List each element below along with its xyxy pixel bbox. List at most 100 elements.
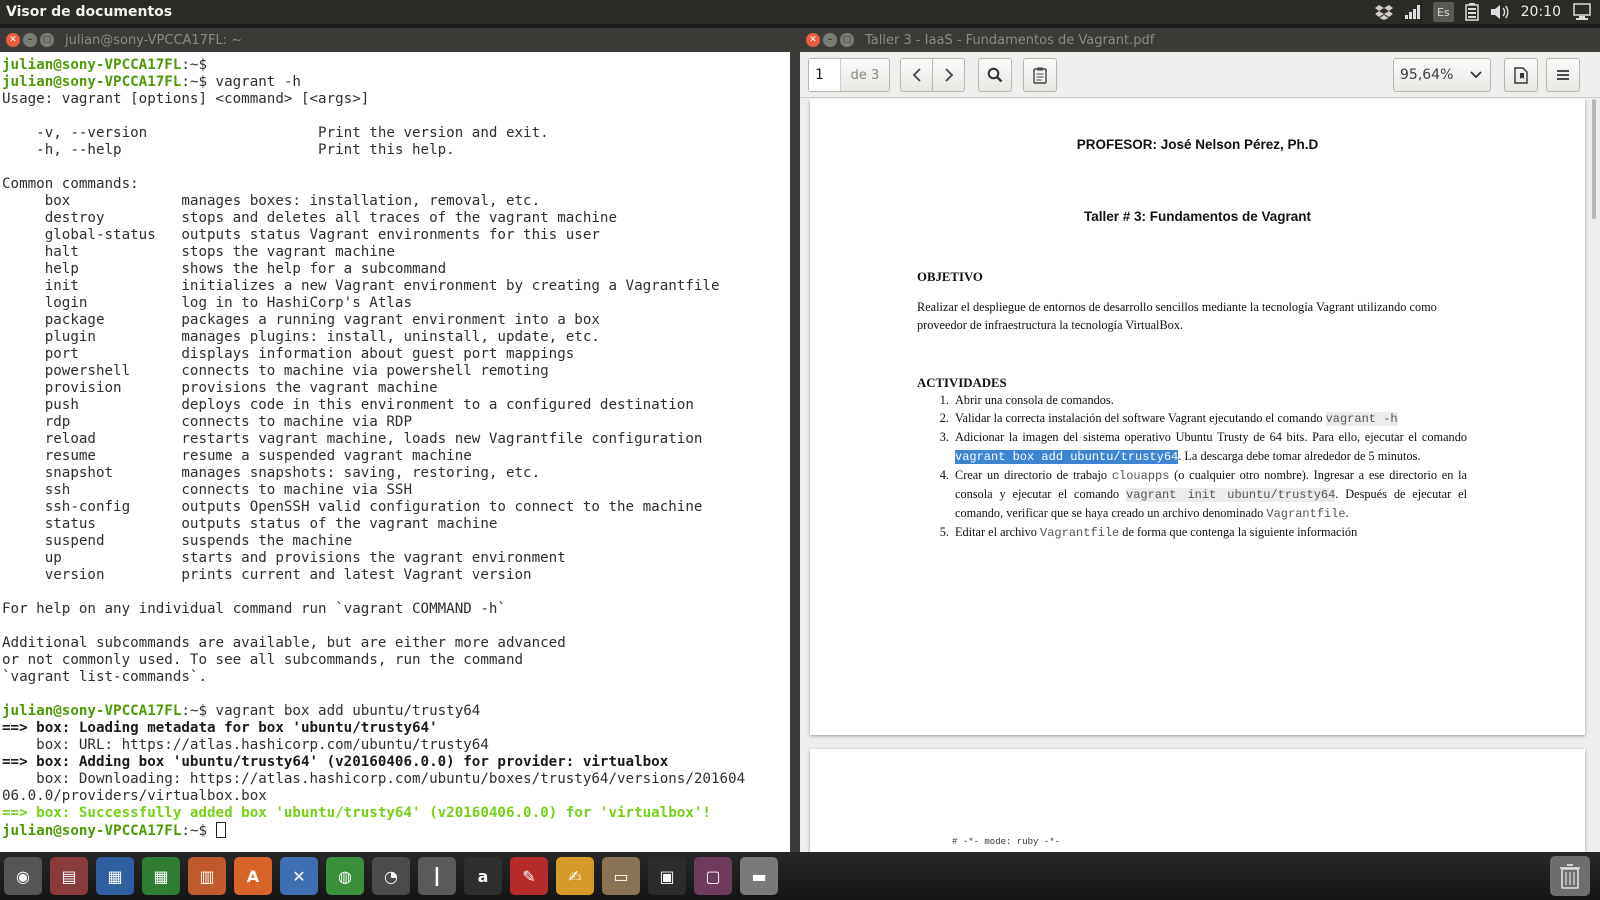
search-button[interactable] xyxy=(978,58,1012,92)
next-page-button[interactable] xyxy=(932,58,965,92)
pdf-viewer-icon[interactable]: ✎ xyxy=(510,857,548,895)
system-settings-icon[interactable]: ✕ xyxy=(280,857,318,895)
terminal-text: destroy stops and deletes all traces of … xyxy=(2,210,617,226)
terminal-line: julian@sony-VPCCA17FL:~$ vagrant box add… xyxy=(2,703,790,720)
software-center-icon[interactable]: A xyxy=(234,857,272,895)
maximize-icon[interactable]: □ xyxy=(40,33,54,47)
terminal-title: julian@sony-VPCCA17FL: ~ xyxy=(65,32,243,48)
activity-text-segment: Adicionar la imagen del sistema operativ… xyxy=(955,430,1467,445)
page-number-input[interactable] xyxy=(809,59,841,91)
terminal-lines: julian@sony-VPCCA17FL:~$ julian@sony-VPC… xyxy=(0,52,790,839)
dash-home-icon[interactable]: ◉ xyxy=(4,857,42,895)
chrome-icon[interactable]: ◍ xyxy=(326,857,364,895)
terminal-icon[interactable]: ▣ xyxy=(648,857,686,895)
menu-button[interactable] xyxy=(1546,58,1580,92)
calc-icon[interactable]: ▦ xyxy=(142,857,180,895)
pdf-page-1: PROFESOR: José Nelson Pérez, Ph.D Taller… xyxy=(810,99,1585,735)
terminal-line: login log in to HashiCorp's Atlas xyxy=(2,295,790,312)
pdf-document-area[interactable]: PROFESOR: José Nelson Pérez, Ph.D Taller… xyxy=(800,99,1600,852)
network-signal-icon[interactable] xyxy=(1404,2,1422,22)
activity-number: 3. xyxy=(939,430,949,445)
terminal-line: julian@sony-VPCCA17FL:~$ xyxy=(2,822,790,839)
terminal-output[interactable]: julian@sony-VPCCA17FL:~$ julian@sony-VPC… xyxy=(0,52,790,852)
system-monitor-icon[interactable]: ◔ xyxy=(372,857,410,895)
pdf-titlebar[interactable]: ✕ – □ Taller 3 - IaaS - Fundamentos de V… xyxy=(800,28,1600,52)
terminal-line: 06.0.0/providers/virtualbox.box xyxy=(2,788,790,805)
volume-icon[interactable] xyxy=(1490,2,1510,22)
professor-line: PROFESOR: José Nelson Pérez, Ph.D xyxy=(1076,137,1319,152)
terminal-text: help shows the help for a subcommand xyxy=(2,261,447,277)
terminal-line: provision provisions the vagrant machine xyxy=(2,380,790,397)
terminal-text: up starts and provisions the vagrant env… xyxy=(2,550,566,566)
terminal-text: 06.0.0/providers/virtualbox.box xyxy=(2,788,267,804)
terminal-line: package packages a running vagrant envir… xyxy=(2,312,790,329)
pdf-scrollbar[interactable] xyxy=(1592,99,1596,219)
pdf-toolbar: de 3 95,64% xyxy=(800,52,1600,98)
terminal-line: ssh connects to machine via SSH xyxy=(2,482,790,499)
previous-page-button[interactable] xyxy=(900,58,933,92)
bookmarks-button[interactable] xyxy=(1504,58,1538,92)
terminal-text: plugin manages plugins: install, uninsta… xyxy=(2,329,600,345)
terminal-line: up starts and provisions the vagrant env… xyxy=(2,550,790,567)
activity-text-segment: . La descarga debe tomar alrededor de 5 … xyxy=(1178,448,1421,463)
page-count-label: de 3 xyxy=(850,67,880,83)
terminal-line: destroy stops and deletes all traces of … xyxy=(2,210,790,227)
activity-text: Adicionar la imagen del sistema operativ… xyxy=(955,428,1467,465)
terminal-text: ==> xyxy=(2,754,37,770)
terminal-text: Common commands: xyxy=(2,176,139,192)
activity-number: 2. xyxy=(939,411,949,426)
battery-icon[interactable] xyxy=(1464,2,1479,22)
terminal-text: ==> xyxy=(2,720,37,736)
session-icon[interactable] xyxy=(1572,2,1592,22)
drive-icon[interactable]: ▬ xyxy=(740,857,778,895)
zoom-select[interactable]: 95,64% xyxy=(1393,58,1491,92)
terminal-prompt: julian@sony-VPCCA17FL xyxy=(2,703,182,719)
files-icon[interactable]: ▤ xyxy=(50,857,88,895)
indicator-area: Es 20:10 xyxy=(1374,2,1600,22)
activity-text: Validar la correcta instalación del soft… xyxy=(955,409,1467,428)
terminal-text: :~$ xyxy=(181,823,216,839)
close-icon[interactable]: ✕ xyxy=(806,33,820,47)
activities-heading: ACTIVIDADES xyxy=(917,376,1007,390)
activity-item: 1. Abrir una consola de comandos. xyxy=(927,391,1467,409)
activity-item: 4. Crear un directorio de trabajo clouapp… xyxy=(927,466,1467,524)
writer-icon[interactable]: ▦ xyxy=(96,857,134,895)
clipboard-icon xyxy=(1033,67,1047,84)
terminal-titlebar[interactable]: ✕ – □ julian@sony-VPCCA17FL: ~ xyxy=(0,28,800,52)
minimize-icon[interactable]: – xyxy=(23,33,37,47)
terminal-text: :~$ vagrant -h xyxy=(181,74,301,90)
chevron-right-icon xyxy=(944,68,953,82)
terminal-line: init initializes a new Vagrant environme… xyxy=(2,278,790,295)
terminal-line: For help on any individual command run `… xyxy=(2,601,790,618)
file-manager-icon[interactable]: ▭ xyxy=(602,857,640,895)
activities-list: 1. Abrir una consola de comandos. 2. Valida… xyxy=(927,391,1467,543)
terminal-line: global-status outputs status Vagrant env… xyxy=(2,227,790,244)
pdf-viewer-window: ✕ – □ Taller 3 - IaaS - Fundamentos de V… xyxy=(800,28,1600,852)
minimize-icon[interactable]: – xyxy=(823,33,837,47)
keyboard-layout-icon[interactable]: Es xyxy=(1432,2,1454,22)
close-icon[interactable]: ✕ xyxy=(6,33,20,47)
mixer-icon[interactable]: ┃ xyxy=(418,857,456,895)
pdf-page-2: # -*- mode: ruby -*- xyxy=(810,749,1585,852)
activity-text: Abrir una consola de comandos. xyxy=(955,391,1467,409)
virtualbox-icon[interactable]: ▢ xyxy=(694,857,732,895)
maximize-icon[interactable]: □ xyxy=(840,33,854,47)
trash-icon[interactable] xyxy=(1550,856,1590,896)
launcher-dock: ◉ ▤ ▦ ▦ ▥ A ✕ ◍ ◔ ┃ a ✎ ✍ ▭ ▣ ▢ ▬ xyxy=(0,852,1600,900)
terminal-text: push deploys code in this environment to… xyxy=(2,397,694,413)
annotations-button[interactable] xyxy=(1023,58,1057,92)
inline-code: vagrant init ubuntu/trusty64 xyxy=(1126,488,1336,503)
amazon-icon[interactable]: a xyxy=(464,857,502,895)
objective-text: Realizar el despliegue de entornos de de… xyxy=(917,300,1437,332)
terminal-text: box manages boxes: installation, removal… xyxy=(2,193,541,209)
terminal-line: box manages boxes: installation, removal… xyxy=(2,193,790,210)
activity-text-segment: Crear un directorio de trabajo xyxy=(955,467,1112,482)
impress-icon[interactable]: ▥ xyxy=(188,857,226,895)
text-editor-icon[interactable]: ✍ xyxy=(556,857,594,895)
search-icon xyxy=(987,67,1003,83)
clock-label[interactable]: 20:10 xyxy=(1521,2,1561,22)
dropbox-icon[interactable] xyxy=(1374,2,1393,22)
terminal-text: provision provisions the vagrant machine xyxy=(2,380,438,396)
